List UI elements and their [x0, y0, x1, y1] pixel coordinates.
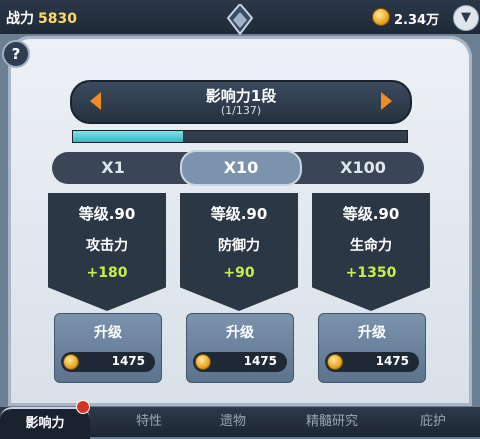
tab-x10[interactable]: X10 — [180, 150, 302, 186]
upgrade-button[interactable]: 升级 1475 — [186, 313, 294, 383]
level-progress-text: (1/137) — [220, 104, 262, 117]
notification-dot — [76, 400, 90, 414]
tab-influence[interactable]: 影响力 — [0, 407, 90, 439]
tab-shelter[interactable]: 庇护 — [388, 407, 478, 437]
stat-name: 防御力 — [218, 238, 260, 254]
next-arrow-icon[interactable] — [381, 92, 392, 110]
gold-coin-icon — [195, 354, 211, 370]
upgrade-label: 升级 — [226, 325, 254, 341]
stat-name: 攻击力 — [86, 238, 128, 254]
stat-level: 等级.90 — [78, 205, 136, 223]
stat-card-defense: 等级.90 防御力 +90 升级 1475 — [180, 193, 298, 383]
upgrade-label: 升级 — [94, 325, 122, 341]
gold-coin-icon — [63, 354, 79, 370]
stat-banner: 等级.90 生命力 +1350 — [312, 193, 430, 311]
stat-level: 等级.90 — [342, 205, 400, 223]
level-title: 影响力1段 — [205, 87, 277, 105]
stat-bonus: +180 — [86, 265, 128, 281]
upgrade-button[interactable]: 升级 1475 — [54, 313, 162, 383]
upgrade-button[interactable]: 升级 1475 — [318, 313, 426, 383]
upgrade-cost: 1475 — [193, 352, 287, 372]
cost-value: 1475 — [243, 354, 277, 368]
gold-coin-icon — [327, 354, 343, 370]
power-value: 5830 — [38, 11, 77, 27]
tab-x1[interactable]: X1 — [52, 152, 174, 184]
progress-fill — [73, 131, 184, 142]
stat-name: 生命力 — [350, 238, 392, 254]
stat-level: 等级.90 — [210, 205, 268, 223]
level-progress-bar — [72, 130, 408, 143]
help-button[interactable]: ? — [2, 40, 30, 68]
stat-card-attack: 等级.90 攻击力 +180 升级 1475 — [48, 193, 166, 383]
power-label: 战力 — [6, 11, 34, 27]
gold-amount: 2.34万 — [394, 13, 440, 28]
tab-x100[interactable]: X100 — [302, 152, 424, 184]
stat-bonus: +1350 — [345, 265, 397, 281]
chevron-down-icon[interactable]: ▼ — [453, 5, 479, 31]
upgrade-cost: 1475 — [325, 352, 419, 372]
cost-value: 1475 — [111, 354, 145, 368]
gold-coin-icon — [372, 8, 390, 26]
upgrade-label: 升级 — [358, 325, 386, 341]
cost-value: 1475 — [375, 354, 409, 368]
multiplier-tabs: X1 X10 X100 — [52, 150, 424, 186]
tab-essence-research[interactable]: 精髓研究 — [282, 407, 382, 437]
power-display: 战力 5830 — [6, 8, 77, 28]
stat-banner: 等级.90 防御力 +90 — [180, 193, 298, 311]
top-bar: 战力 5830 2.34万 ▼ — [0, 0, 480, 56]
stat-card-health: 等级.90 生命力 +1350 升级 1475 — [312, 193, 430, 383]
stat-bonus: +90 — [223, 265, 255, 281]
tab-relics[interactable]: 遗物 — [188, 407, 278, 437]
stat-banner: 等级.90 攻击力 +180 — [48, 193, 166, 311]
upgrade-cost: 1475 — [61, 352, 155, 372]
level-selector: 影响力1段 (1/137) — [70, 80, 412, 124]
bottom-tab-bar: 影响力 特性 遗物 精髓研究 庇护 — [0, 407, 480, 439]
tab-traits[interactable]: 特性 — [104, 407, 194, 437]
